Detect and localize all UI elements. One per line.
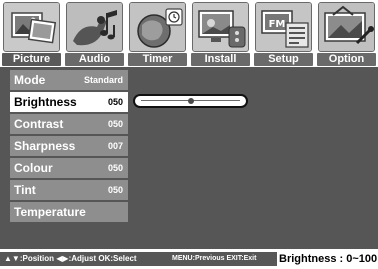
menu-item-mode[interactable]: Mode Standard [10,70,128,90]
menu-item-label: Sharpness [14,139,76,153]
tab-label: Setup [254,53,313,66]
install-icon [192,2,249,52]
menu-item-label: Mode [14,73,46,87]
menu-item-label: Tint [14,183,36,197]
menu-item-value: 050 [107,97,123,107]
menu-item-sharpness[interactable]: Sharpness 007 [10,136,128,156]
tab-setup[interactable]: FM Setup [254,2,313,66]
menu-item-value: 050 [107,119,123,129]
option-icon [318,2,375,52]
tab-picture[interactable]: Picture [2,2,61,66]
tab-bar: Picture Audio Timer Install FM Setup Opt… [2,2,376,66]
menu-exit-hint: MENU:Previous EXIT:Exit [172,255,257,262]
menu-item-label: Contrast [14,117,64,131]
tab-label: Timer [128,53,187,66]
help-bar: ▲▼:Position ◀▶:Adjust OK:Select MENU:Pre… [0,249,378,269]
slider-thumb[interactable] [187,98,194,104]
svg-text:FM: FM [269,19,286,30]
tv-osd-screen: Picture Audio Timer Install FM Setup Opt… [0,0,378,269]
tab-label: Option [317,53,376,66]
setup-icon: FM [255,2,312,52]
menu-item-colour[interactable]: Colour 050 [10,158,128,178]
menu-item-value: 050 [107,163,123,173]
picture-menu: Mode Standard Brightness 050 Contrast 05… [10,70,128,224]
range-info: Brightness : 0~100 [279,253,378,265]
menu-item-label: Temperature [14,205,86,219]
tab-label: Picture [2,53,61,66]
picture-icon [3,2,60,52]
tab-timer[interactable]: Timer [128,2,187,66]
menu-item-label: Brightness [14,95,77,109]
navigation-hint: ▲▼:Position ◀▶:Adjust OK:Select [4,254,137,263]
tab-option[interactable]: Option [317,2,376,66]
tab-install[interactable]: Install [191,2,250,66]
brightness-slider[interactable] [133,94,248,108]
key-help: ▲▼:Position ◀▶:Adjust OK:Select MENU:Pre… [0,252,277,266]
menu-item-temperature[interactable]: Temperature [10,202,128,222]
tab-label: Audio [65,53,124,66]
menu-item-value: Standard [83,75,123,85]
audio-icon [66,2,123,52]
menu-item-value: 007 [107,141,123,151]
timer-icon [129,2,186,52]
picture-settings-panel: Mode Standard Brightness 050 Contrast 05… [0,67,378,249]
tab-label: Install [191,53,250,66]
menu-item-label: Colour [14,161,53,175]
menu-item-contrast[interactable]: Contrast 050 [10,114,128,134]
menu-item-brightness[interactable]: Brightness 050 [10,92,128,112]
menu-item-value: 050 [107,185,123,195]
tab-audio[interactable]: Audio [65,2,124,66]
menu-item-tint[interactable]: Tint 050 [10,180,128,200]
